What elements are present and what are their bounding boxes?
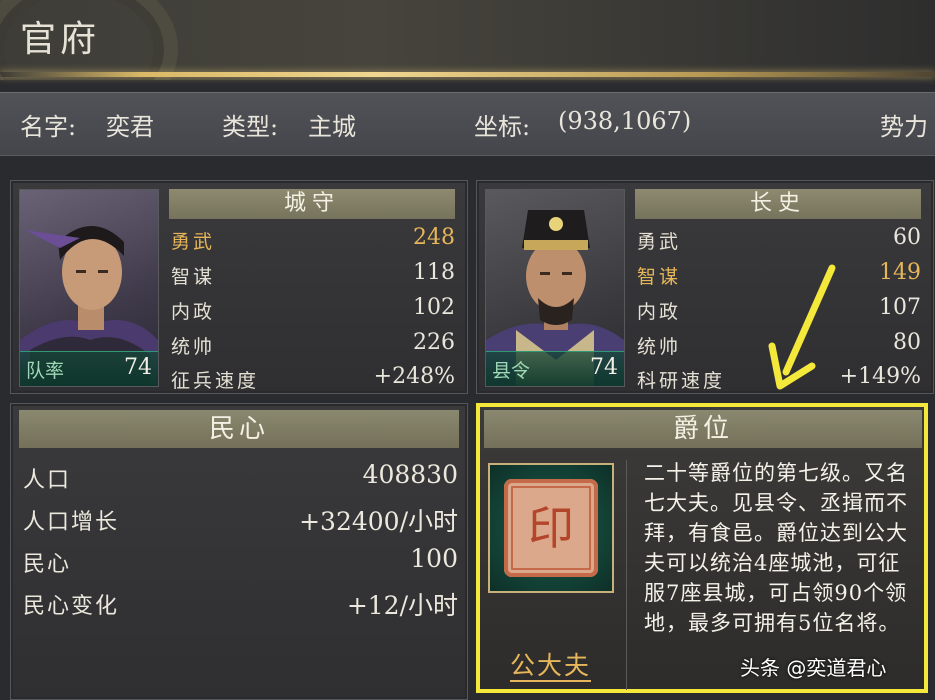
type-label: 类型: bbox=[222, 113, 279, 141]
guard-rank-bar: 队率 74 bbox=[20, 351, 158, 386]
guard-rank-value: 74 bbox=[124, 355, 152, 380]
stat-value: 248 bbox=[413, 225, 455, 250]
people-value: +32400/小时 bbox=[299, 507, 458, 536]
chief-rank-label: 县令 bbox=[492, 360, 531, 382]
people-label: 人口 bbox=[23, 468, 72, 493]
stat-label: 智谋 bbox=[637, 266, 682, 288]
stat-label: 内政 bbox=[637, 301, 682, 323]
stat-value: 60 bbox=[893, 225, 921, 250]
guard-stat-row: 勇武 248 bbox=[169, 223, 455, 255]
name-label: 名字: bbox=[20, 113, 77, 141]
rank-title: 爵位 bbox=[484, 410, 922, 448]
people-row: 人口 408830 bbox=[21, 458, 458, 498]
chief-panel[interactable]: 县令 74 长史 勇武 60 智谋 149 内政 107 统帅 80 科研速度 … bbox=[476, 180, 934, 394]
coord-label: 坐标: bbox=[474, 113, 531, 141]
people-panel: 民心 人口 408830 人口增长 +32400/小时 民心 100 民心变化 … bbox=[10, 403, 468, 700]
stat-label: 科研速度 bbox=[637, 370, 726, 392]
guard-stat-row: 内政 102 bbox=[169, 293, 455, 325]
people-label: 人口增长 bbox=[23, 510, 120, 535]
people-row: 民心 100 bbox=[21, 542, 458, 582]
header-bar: 官府 bbox=[0, 0, 935, 80]
stat-value: 118 bbox=[413, 260, 455, 285]
rank-name-link[interactable]: 公大夫 bbox=[510, 652, 592, 682]
guard-stat-row: 统帅 226 bbox=[169, 328, 455, 360]
stat-label: 征兵速度 bbox=[171, 370, 260, 392]
chief-stat-row: 勇武 60 bbox=[635, 223, 921, 255]
guard-stat-row: 征兵速度 +248% bbox=[169, 362, 455, 394]
guard-stat-row: 智谋 118 bbox=[169, 258, 455, 290]
city-info-bar: 名字: 奕君 类型: 主城 坐标: (938,1067) 势力 bbox=[0, 92, 935, 156]
rank-description: 二十等爵位的第七级。又名七大夫。见县令、丞揖而不拜，有食邑。爵位达到公大夫可以统… bbox=[644, 461, 908, 635]
stat-value: +248% bbox=[373, 364, 455, 389]
type-value: 主城 bbox=[308, 113, 356, 141]
chief-rank-bar: 县令 74 bbox=[486, 351, 624, 386]
people-value: +12/小时 bbox=[346, 591, 458, 620]
stat-value: 226 bbox=[413, 330, 455, 355]
people-row: 民心变化 +12/小时 bbox=[21, 584, 458, 624]
chief-title: 长史 bbox=[635, 189, 921, 219]
stat-value: +149% bbox=[839, 364, 921, 389]
people-title: 民心 bbox=[19, 410, 459, 448]
stat-label: 统帅 bbox=[171, 336, 216, 358]
stat-label: 勇武 bbox=[171, 231, 216, 253]
chief-rank-value: 74 bbox=[590, 355, 618, 380]
stat-label: 内政 bbox=[171, 301, 216, 323]
stat-label: 勇武 bbox=[637, 231, 682, 253]
stat-value: 107 bbox=[879, 295, 921, 320]
people-row: 人口增长 +32400/小时 bbox=[21, 500, 458, 540]
people-value: 100 bbox=[410, 544, 458, 573]
stat-value: 80 bbox=[893, 330, 921, 355]
people-label: 民心 bbox=[23, 552, 72, 577]
watermark: 头条 @奕道君心 bbox=[740, 656, 887, 680]
guard-panel[interactable]: 队率 74 城守 勇武 248 智谋 118 内政 102 统帅 226 征兵速… bbox=[10, 180, 468, 394]
annotation-arrow-icon bbox=[768, 264, 836, 390]
guard-portrait[interactable]: 队率 74 bbox=[19, 189, 159, 387]
stat-label: 统帅 bbox=[637, 336, 682, 358]
coord-value: (938,1067) bbox=[558, 107, 692, 135]
guard-rank-label: 队率 bbox=[26, 360, 65, 382]
force-label: 势力 bbox=[880, 113, 928, 141]
seal-icon: 印 bbox=[504, 479, 598, 577]
guard-title: 城守 bbox=[169, 189, 455, 219]
people-value: 408830 bbox=[362, 460, 458, 489]
stat-value: 149 bbox=[879, 260, 921, 285]
rank-seal[interactable]: 印 bbox=[488, 463, 614, 593]
chief-portrait[interactable]: 县令 74 bbox=[485, 189, 625, 387]
stat-value: 102 bbox=[413, 295, 455, 320]
people-label: 民心变化 bbox=[23, 594, 120, 619]
name-value: 奕君 bbox=[106, 113, 154, 141]
rank-divider bbox=[626, 460, 627, 690]
stat-label: 智谋 bbox=[171, 266, 216, 288]
page-title: 官府 bbox=[20, 19, 101, 60]
header-divider bbox=[0, 72, 935, 77]
